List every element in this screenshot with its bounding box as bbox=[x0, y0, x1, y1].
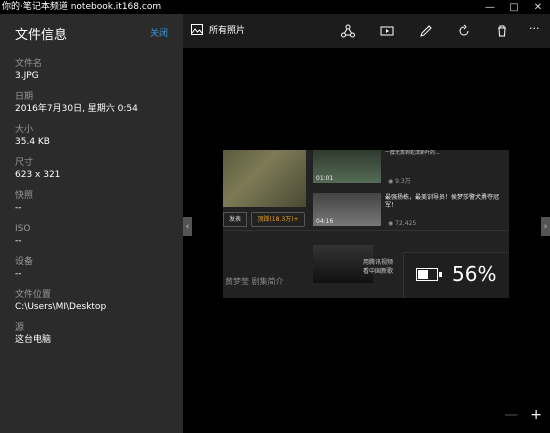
toolbar: 所有照片 ··· bbox=[183, 14, 550, 48]
field-value: 35.4 KB bbox=[15, 137, 50, 147]
previous-photo-button[interactable]: ‹ bbox=[183, 217, 192, 236]
view-count-text: 9.3万 bbox=[395, 178, 411, 185]
field-snapshot: 快照 -- bbox=[15, 190, 168, 215]
share-icon[interactable] bbox=[341, 24, 355, 38]
photo-viewer: 所有照片 ··· 01:01 一群无蒸到蛇滨新叶的... ◉ 9.3万 04:1… bbox=[183, 14, 550, 433]
comment-button: 发表 bbox=[223, 212, 247, 227]
field-value: -- bbox=[15, 236, 22, 246]
field-filename: 文件名 3.JPG bbox=[15, 58, 168, 83]
field-iso: ISO -- bbox=[15, 223, 168, 248]
show-intro-title: 黄梦莹 剧集简介 bbox=[225, 277, 284, 286]
field-label: 文件名 bbox=[15, 59, 43, 69]
field-source: 源 这台电脑 bbox=[15, 322, 168, 347]
displayed-photo: 01:01 一群无蒸到蛇滨新叶的... ◉ 9.3万 04:16 最强扬栋，最美… bbox=[223, 150, 509, 298]
close-window-icon[interactable]: ✕ bbox=[526, 0, 550, 14]
battery-tip bbox=[439, 272, 442, 277]
field-dimensions: 尺寸 623 x 321 bbox=[15, 157, 168, 182]
field-value: 2016年7月30日, 星期六 0:54 bbox=[15, 104, 138, 114]
video-duration: 04:16 bbox=[316, 218, 334, 225]
all-photos-label: 所有照片 bbox=[209, 26, 246, 36]
minimize-icon[interactable]: — bbox=[478, 0, 502, 14]
battery-fill bbox=[418, 270, 429, 279]
field-value: 这台电脑 bbox=[15, 335, 52, 345]
ad-text-line: 用腾讯视频 bbox=[363, 259, 394, 266]
video-duration: 01:01 bbox=[316, 175, 334, 182]
field-value: -- bbox=[15, 269, 22, 279]
field-device: 设备 -- bbox=[15, 256, 168, 281]
ad-text-line: 看中国新歌 bbox=[363, 268, 394, 275]
view-count: ◉ 9.3万 bbox=[388, 176, 411, 185]
field-location: 文件位置 C:\Users\MI\Desktop bbox=[15, 289, 168, 314]
field-label: 尺寸 bbox=[15, 158, 34, 168]
ad-text: 用腾讯视频 看中国新歌 bbox=[363, 258, 393, 276]
file-info-panel: 文件信息 关闭 文件名 3.JPG 日期 2016年7月30日, 星期六 0:5… bbox=[0, 14, 183, 433]
video-caption: 最强扬栋，最美训导员！侯梦莎警犬勇夺冠军！ bbox=[385, 194, 500, 209]
all-photos-button[interactable]: 所有照片 bbox=[191, 23, 245, 36]
more-icon[interactable]: ··· bbox=[529, 23, 543, 38]
slideshow-icon[interactable] bbox=[380, 24, 394, 38]
battery-overlay: 56% bbox=[403, 252, 509, 298]
field-label: 快照 bbox=[15, 191, 34, 201]
zoom-in-button[interactable]: + bbox=[530, 407, 542, 423]
field-size: 大小 35.4 KB bbox=[15, 124, 168, 149]
field-label: 设备 bbox=[15, 257, 34, 267]
field-value: 3.JPG bbox=[15, 71, 39, 81]
field-date: 日期 2016年7月30日, 星期六 0:54 bbox=[15, 91, 168, 116]
view-count: ◉ 72,425 bbox=[388, 220, 416, 227]
video-thumbnail: 01:01 bbox=[313, 150, 381, 183]
edit-icon[interactable] bbox=[419, 24, 433, 38]
field-label: 源 bbox=[15, 323, 25, 333]
field-value: 623 x 321 bbox=[15, 170, 61, 180]
rotate-icon[interactable] bbox=[457, 24, 471, 38]
watermark-text: 你的·笔记本频道 notebook.it168.com bbox=[2, 2, 162, 12]
like-button: 顶踩(18.3万)+ bbox=[251, 212, 305, 227]
field-label: 大小 bbox=[15, 125, 34, 135]
image-icon bbox=[191, 24, 203, 35]
zoom-out-button[interactable]: — bbox=[504, 407, 518, 423]
panel-title: 文件信息 bbox=[15, 28, 68, 43]
grass-thumbnail bbox=[223, 150, 306, 207]
video-thumbnail: 04:16 bbox=[313, 193, 381, 226]
battery-icon bbox=[416, 268, 442, 281]
close-panel-button[interactable]: 关闭 bbox=[150, 26, 168, 39]
window-controls: — □ ✕ bbox=[478, 0, 550, 14]
zoom-controls: — + bbox=[504, 407, 542, 423]
delete-icon[interactable] bbox=[495, 24, 509, 38]
field-label: 日期 bbox=[15, 92, 34, 102]
field-value: -- bbox=[15, 203, 22, 213]
video-caption: 一群无蒸到蛇滨新叶的... bbox=[385, 150, 440, 156]
field-label: 文件位置 bbox=[15, 290, 52, 300]
view-count-text: 72,425 bbox=[395, 220, 417, 227]
maximize-icon[interactable]: □ bbox=[502, 0, 526, 14]
field-label: ISO bbox=[15, 224, 31, 234]
battery-percentage: 56% bbox=[452, 262, 497, 286]
field-value[interactable]: C:\Users\MI\Desktop bbox=[15, 301, 168, 314]
next-photo-button[interactable]: › bbox=[541, 217, 550, 236]
divider bbox=[223, 230, 509, 231]
